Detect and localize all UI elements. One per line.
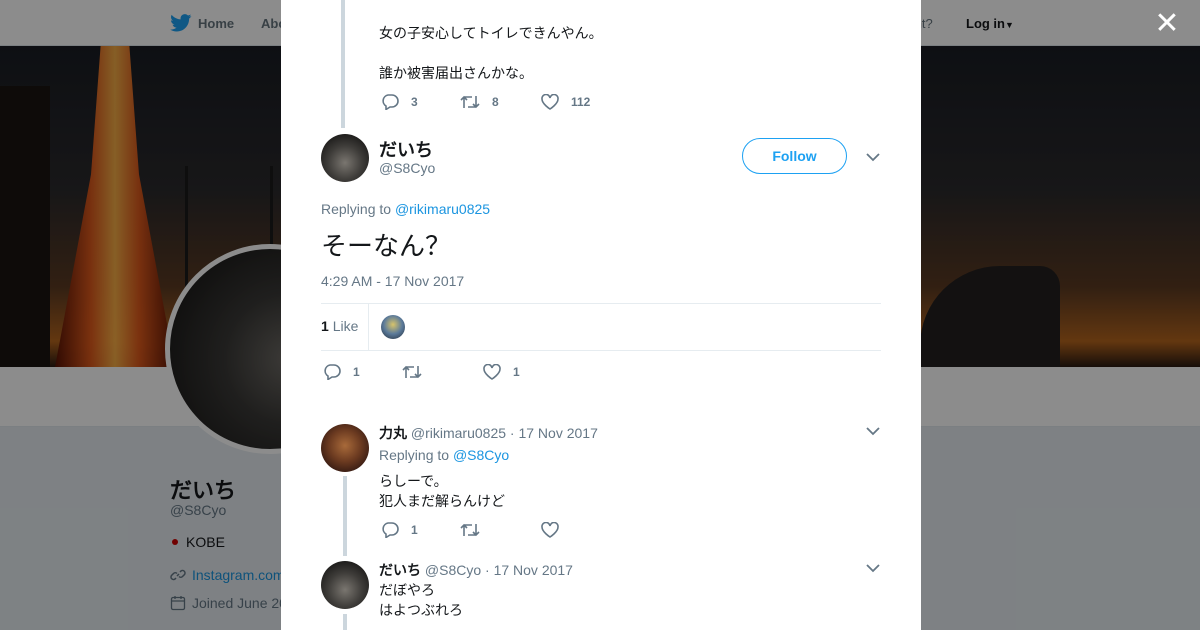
reply-icon [382, 94, 399, 110]
chevron-down-icon[interactable] [866, 152, 880, 162]
reply2-avatar[interactable] [321, 561, 369, 609]
main-tweet-avatar[interactable] [321, 134, 369, 182]
reply1-handle[interactable]: @rikimaru0825 [411, 425, 506, 441]
prev-tweet-line2: 誰か被害届出さんかな。 [379, 66, 533, 82]
prev-retweet-action[interactable]: 8 [460, 94, 499, 110]
main-like-action[interactable]: 1 [483, 364, 520, 380]
like-stat-count: 1 [321, 318, 329, 334]
reply1-reply-count: 1 [411, 523, 418, 537]
reply1-replying-to: Replying to @S8Cyo [379, 447, 509, 463]
main-reply-count: 1 [353, 365, 360, 379]
reply2-date[interactable]: · 17 Nov 2017 [485, 562, 573, 578]
prev-reply-action[interactable]: 3 [381, 94, 418, 110]
prev-like-count: 112 [571, 95, 591, 109]
follow-button[interactable]: Follow [742, 138, 847, 174]
reply-icon [382, 522, 399, 538]
main-retweet-action[interactable] [402, 364, 434, 380]
main-tweet-name[interactable]: だいち [379, 136, 433, 162]
main-replying-to: Replying to @rikimaru0825 [321, 201, 490, 217]
reply1-like-action[interactable] [541, 522, 571, 538]
prev-reply-count: 3 [411, 95, 418, 109]
reply2-handle[interactable]: @S8Cyo [425, 562, 481, 578]
reply1-replying-handle[interactable]: @S8Cyo [453, 447, 509, 463]
stats-vertical-divider [368, 304, 369, 350]
retweet-icon [460, 95, 480, 109]
reply2-name[interactable]: だいち [379, 563, 421, 579]
retweet-icon [402, 365, 422, 379]
reply2-line1: だぼやろ [379, 583, 435, 599]
chevron-down-icon[interactable] [866, 426, 880, 436]
prev-retweet-count: 8 [492, 95, 499, 109]
reply1-header: 力丸 @rikimaru0825 · 17 Nov 2017 [379, 423, 598, 443]
prev-like-action[interactable]: 112 [541, 94, 590, 110]
reply1-retweet-action[interactable] [460, 522, 492, 538]
heart-icon [541, 522, 559, 538]
reply1-line1: らしーで。 [379, 474, 448, 490]
main-like-count: 1 [513, 365, 520, 379]
liker-avatar[interactable] [381, 315, 405, 339]
stats-divider-bottom [321, 350, 881, 351]
close-icon[interactable]: ✕ [1154, 9, 1180, 39]
main-tweet-text: そーなん？ [321, 232, 452, 262]
stats-divider-top [321, 303, 881, 304]
main-tweet-timestamp[interactable]: 4:29 AM - 17 Nov 2017 [321, 273, 464, 289]
replies-section-bg [281, 400, 921, 630]
prev-tweet-line1: 女の子安心してトイレできんやん。 [379, 26, 603, 42]
reply1-avatar[interactable] [321, 424, 369, 472]
thread-line [341, 0, 345, 128]
reply1-line2: 犯人まだ解らんけど [379, 494, 505, 510]
reply1-date[interactable]: · 17 Nov 2017 [510, 425, 598, 441]
thread-line [343, 614, 347, 630]
reply1-reply-action[interactable]: 1 [381, 522, 418, 538]
chevron-down-icon[interactable] [866, 563, 880, 573]
reply2-header: だいち @S8Cyo · 17 Nov 2017 [379, 560, 573, 580]
reply-icon [324, 364, 341, 380]
reply1-replying-prefix: Replying to [379, 447, 450, 463]
heart-icon [541, 94, 559, 110]
main-replying-handle[interactable]: @rikimaru0825 [395, 201, 490, 217]
like-stat-label: Like [332, 318, 359, 334]
thread-line [343, 476, 347, 556]
heart-icon [483, 364, 501, 380]
reply1-name[interactable]: 力丸 [379, 426, 407, 442]
main-reply-action[interactable]: 1 [323, 364, 360, 380]
tweet-modal: 女の子安心してトイレできんやん。 誰か被害届出さんかな。 3 8 112 だいち… [281, 0, 921, 630]
reply2-line2: はよつぶれろ [379, 603, 463, 619]
main-tweet-handle[interactable]: @S8Cyo [379, 160, 435, 176]
like-stat[interactable]: 1 Like [321, 318, 358, 334]
retweet-icon [460, 523, 480, 537]
main-replying-prefix: Replying to [321, 201, 392, 217]
